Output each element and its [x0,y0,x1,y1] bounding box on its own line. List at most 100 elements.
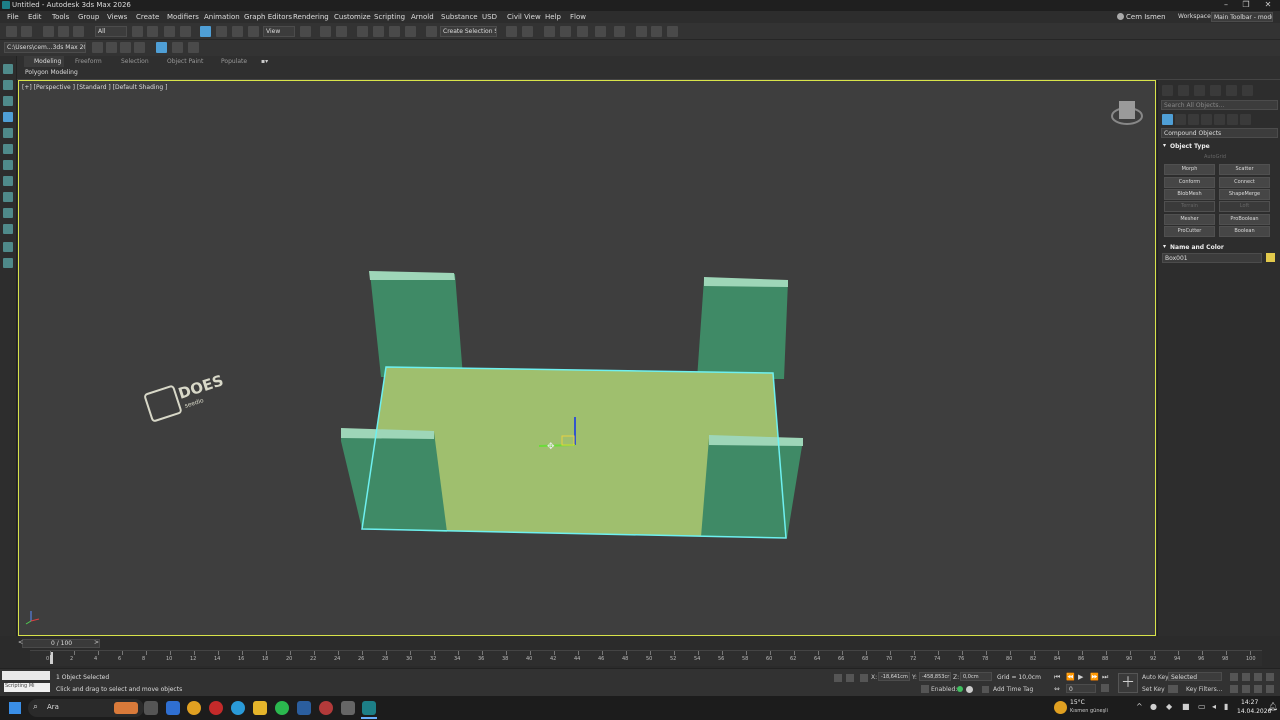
search-objects-input[interactable]: Search All Objects... [1161,100,1278,110]
set-key-button[interactable]: Set Key [1142,686,1165,693]
scene-explorer-icon[interactable] [544,26,555,37]
select-scale-icon[interactable] [232,26,243,37]
menu-civil-view[interactable]: Civil View [507,13,541,21]
file-explorer-icon[interactable] [253,701,267,715]
zoom-extents-icon[interactable] [1254,673,1262,681]
viewport-layout-icon[interactable] [156,42,167,53]
selection-lock-icon[interactable] [846,674,854,682]
add-time-tag[interactable]: Add Time Tag [993,686,1033,693]
menu-graph-editors[interactable]: Graph Editors [244,13,292,21]
key-filter-icon[interactable] [1168,685,1178,693]
terrain-button[interactable]: Terrain [1164,201,1215,212]
layout-tab-icon[interactable] [3,258,13,268]
tab-object-paint[interactable]: Object Paint [167,58,203,65]
unlink-icon[interactable] [58,26,69,37]
time-tag-icon[interactable] [982,686,989,693]
time-config-icon[interactable] [1101,684,1109,692]
tab-populate[interactable]: Populate [221,58,247,65]
scene-svg[interactable]: ✥ [19,81,1155,635]
name-color-title[interactable]: Name and Color [1170,244,1224,251]
key-mode-icon[interactable]: ⇔ [1054,685,1060,693]
select-place-icon[interactable] [248,26,259,37]
layer-explorer-icon[interactable] [560,26,571,37]
loft-button[interactable]: Loft [1219,201,1270,212]
ribbon-polygon-modeling[interactable]: Polygon Modeling [25,69,78,76]
user-name[interactable]: Cem Ismen [1126,13,1166,21]
layout-tab-icon[interactable] [3,160,13,170]
clock-date[interactable]: 14.04.2026 [1237,708,1271,715]
select-manipulate-icon[interactable] [320,26,331,37]
layout-tab-icon[interactable] [3,176,13,186]
shapes-icon[interactable] [1175,114,1186,125]
prev-frame-icon[interactable]: ⏪ [1066,673,1075,681]
percent-snap-icon[interactable] [389,26,400,37]
isolate-selection-icon[interactable] [834,674,842,682]
menu-scripting[interactable]: Scripting [374,13,405,21]
layout-tab-icon[interactable] [3,96,13,106]
lights-icon[interactable] [1188,114,1199,125]
field-of-view-icon[interactable] [1230,685,1238,693]
motion-tab-icon[interactable] [1210,85,1221,96]
selection-filter-select[interactable]: All [95,26,127,37]
select-rotate-icon[interactable] [216,26,227,37]
tab-modeling[interactable]: Modeling [34,58,61,65]
key-mode-select[interactable]: Selected [1168,672,1222,681]
menu-rendering[interactable]: Rendering [293,13,329,21]
object-type-title[interactable]: Object Type [1170,143,1210,150]
menu-modifiers[interactable]: Modifiers [167,13,199,21]
layout-tab-icon[interactable] [3,128,13,138]
app-icon-1[interactable] [166,701,180,715]
helpers-icon[interactable] [1214,114,1225,125]
track-bar[interactable]: 0 2 4 6 8 10 12 14 16 18 20 22 24 26 28 30 32 34 36 38 40 42 4… [30,650,1262,666]
pivot-center-icon[interactable] [300,26,311,37]
layout-tab-icon[interactable] [3,242,13,252]
tray-icon-1[interactable]: ● [1150,702,1157,711]
isolate-icon[interactable] [172,42,183,53]
absolute-mode-icon[interactable] [860,674,868,682]
go-to-start-icon[interactable]: ⏮ [1054,673,1060,682]
orbit-icon[interactable] [1254,685,1262,693]
layout-tab-icon[interactable] [3,64,13,74]
enabled-indicator[interactable] [957,686,963,692]
bind-space-warp-icon[interactable] [73,26,84,37]
tray-icon-3[interactable]: ■ [1182,702,1190,711]
adaptive-degradation-icon[interactable] [921,685,929,693]
current-frame-field[interactable]: 0 [1066,684,1096,693]
spinner-snap-icon[interactable] [405,26,416,37]
menu-create[interactable]: Create [136,13,159,21]
pan-view-icon[interactable] [1242,685,1250,693]
menu-substance[interactable]: Substance [441,13,478,21]
object-category-select[interactable]: Compound Objects [1161,128,1278,138]
connect-button[interactable]: Connect [1219,177,1270,188]
tab-freeform[interactable]: Freeform [75,58,102,65]
enabled-toggle[interactable] [966,686,973,693]
zoom-all-icon[interactable] [1242,673,1250,681]
key-filters-button[interactable]: Key Filters... [1186,686,1223,693]
clock-time[interactable]: 14:27 [1241,699,1258,706]
menu-help[interactable]: Help [545,13,561,21]
next-frame-icon[interactable]: ⏩ [1090,673,1099,681]
link-icon[interactable] [43,26,54,37]
menu-customize[interactable]: Customize [334,13,371,21]
set-key-big-button[interactable]: ＋ [1118,673,1138,693]
display-tab-icon[interactable] [1226,85,1237,96]
maximize-button[interactable]: ❐ [1236,0,1256,11]
space-warps-icon[interactable] [1227,114,1238,125]
menu-group[interactable]: Group [78,13,99,21]
render-icon[interactable] [667,26,678,37]
material-editor-icon[interactable] [636,26,647,37]
render-setup-icon[interactable] [651,26,662,37]
go-to-end-icon[interactable]: ⏭ [1102,673,1108,682]
steam-icon[interactable] [297,701,311,715]
ribbon-options-icon[interactable]: ▪▾ [261,58,268,65]
app-icon-3[interactable] [341,701,355,715]
select-by-name-icon[interactable] [147,26,158,37]
blobmesh-button[interactable]: BlobMesh [1164,189,1215,200]
y-coordinate-field[interactable]: -458,853cr [919,672,951,681]
selection-set-input[interactable]: Create Selection Se [440,26,497,37]
time-slider[interactable]: 0 / 100 [22,639,100,648]
x-coordinate-field[interactable]: -18,641cm [878,672,910,681]
auto-key-button[interactable]: Auto Key [1142,674,1169,681]
morph-button[interactable]: Morph [1164,164,1215,175]
project-save-icon[interactable] [134,42,145,53]
